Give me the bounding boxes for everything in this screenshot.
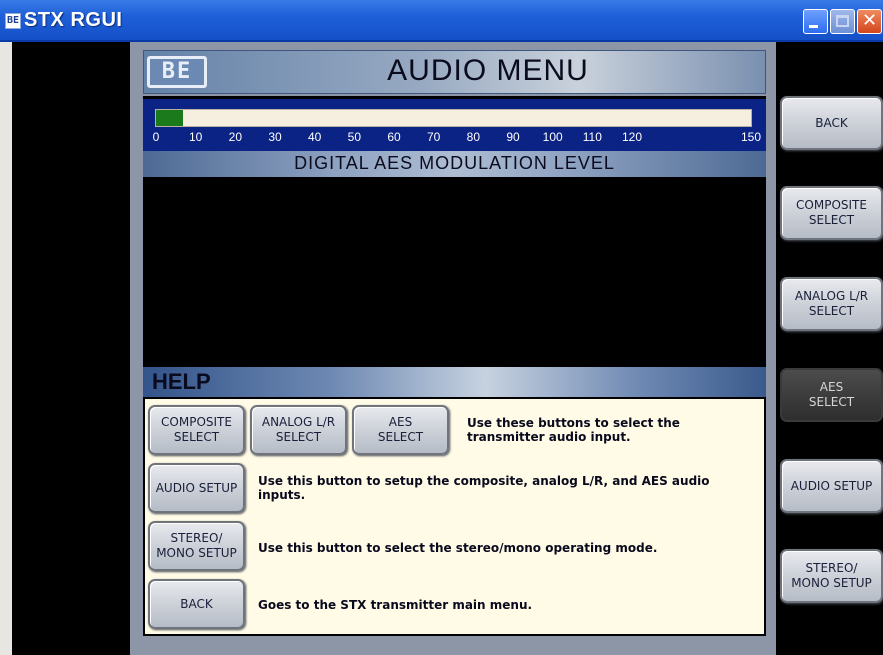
help-aes-select-button[interactable]: AES SELECT xyxy=(352,405,449,455)
meter-tick-label: 80 xyxy=(466,130,481,144)
help-back-text: Goes to the STX transmitter main menu. xyxy=(258,598,533,612)
page-title: AUDIO MENU xyxy=(387,54,589,87)
help-stereo-mono-text: Use this button to select the stereo/mon… xyxy=(258,541,658,555)
help-header xyxy=(143,367,766,397)
minimize-button[interactable] xyxy=(803,9,828,34)
help-stereo-mono-button[interactable]: STEREO/ MONO SETUP xyxy=(148,521,245,571)
meter-label: DIGITAL AES MODULATION LEVEL xyxy=(294,153,615,173)
meter-tick-label: 50 xyxy=(347,130,362,144)
maximize-icon xyxy=(836,15,849,27)
meter-tick-label: 40 xyxy=(307,130,322,144)
help-analog-select-button[interactable]: ANALOG L/R SELECT xyxy=(250,405,347,455)
be-logo: BE xyxy=(147,56,207,88)
app-icon[interactable]: BE xyxy=(5,13,21,29)
meter-tick-label: 110 xyxy=(582,130,602,144)
help-audio-setup-button[interactable]: AUDIO SETUP xyxy=(148,463,245,513)
help-select-text: Use these buttons to select the transmit… xyxy=(467,416,680,444)
close-icon: ✕ xyxy=(861,10,878,31)
meter-tick-label: 60 xyxy=(387,130,401,144)
back-button[interactable]: BACK xyxy=(780,96,883,150)
meter-tick-label: 20 xyxy=(228,130,243,144)
meter-tick-label: 90 xyxy=(506,130,520,144)
window-title: STX RGUI xyxy=(24,9,123,31)
meter-tick-label: 150 xyxy=(740,130,762,144)
title-bar[interactable] xyxy=(0,0,883,42)
minimize-icon xyxy=(809,25,818,28)
close-button[interactable]: ✕ xyxy=(857,9,882,34)
help-audio-setup-text: Use this button to setup the composite, … xyxy=(258,474,710,502)
meter-tick-label: 0 xyxy=(152,130,160,144)
meter-level-fill xyxy=(156,110,183,126)
meter-tick-label: 100 xyxy=(542,130,563,144)
help-back-button[interactable]: BACK xyxy=(148,579,245,629)
left-panel xyxy=(0,42,130,655)
meter-tick-label: 120 xyxy=(621,130,643,144)
meter-tick-label: 30 xyxy=(268,130,282,144)
audio-setup-button[interactable]: AUDIO SETUP xyxy=(780,459,883,513)
left-edge xyxy=(0,42,12,655)
meter-tick-label: 10 xyxy=(188,130,203,144)
aes-select-button[interactable]: AES SELECT xyxy=(780,368,883,422)
help-title: HELP xyxy=(152,369,211,394)
stereo-mono-setup-button[interactable]: STEREO/ MONO SETUP xyxy=(780,549,883,603)
help-composite-select-button[interactable]: COMPOSITE SELECT xyxy=(148,405,245,455)
meter-tick-label: 70 xyxy=(426,130,441,144)
composite-select-button[interactable]: COMPOSITE SELECT xyxy=(780,186,883,240)
analog-select-button[interactable]: ANALOG L/R SELECT xyxy=(780,277,883,331)
maximize-button[interactable] xyxy=(830,9,855,34)
meter-track xyxy=(155,109,752,127)
